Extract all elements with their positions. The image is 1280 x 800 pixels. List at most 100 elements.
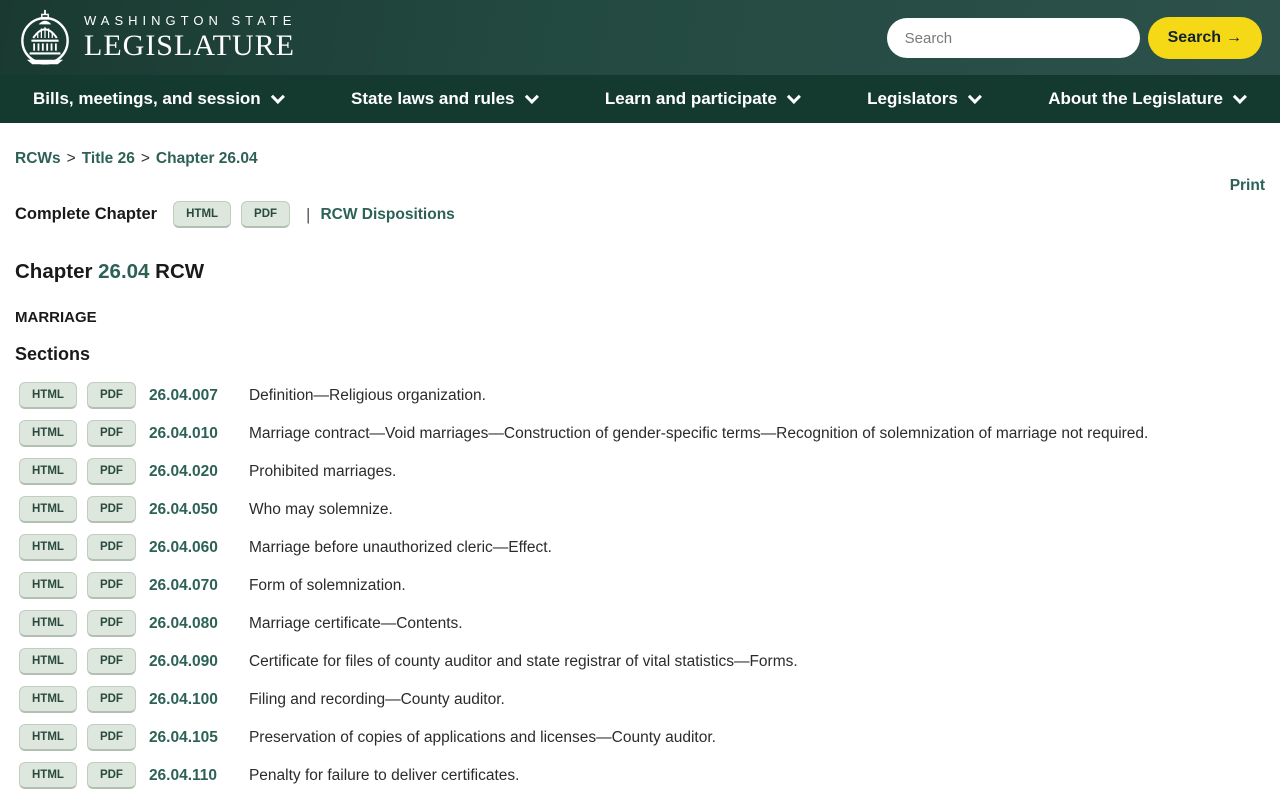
section-html-button[interactable]: HTML [19,572,77,599]
nav-item-label: Learn and participate [604,89,777,108]
section-pdf-button[interactable]: PDF [86,382,136,409]
section-pdf-button[interactable]: PDF [86,648,136,675]
nav-item-about-legislature[interactable]: About the Legislature [1048,89,1247,109]
nav-item-label: Legislators [867,89,958,108]
section-title: Marriage contract—Void marriages—Constru… [248,424,1149,442]
nav-item-state-laws-rules[interactable]: State laws and rules [351,89,539,109]
section-title: Who may solemnize. [248,500,393,518]
section-number-link[interactable]: 26.04.007 [149,387,238,405]
section-html-button[interactable]: HTML [19,686,77,713]
main-nav: Bills, meetings, and session State laws … [0,75,1280,123]
section-html-button[interactable]: HTML [19,762,77,789]
section-number-link[interactable]: 26.04.020 [149,463,238,481]
nav-item-learn-participate[interactable]: Learn and participate [605,89,801,109]
capitol-dome-icon [21,9,69,65]
rcw-dispositions-link[interactable]: RCW Dispositions [320,206,454,224]
header-search-area: Search → [886,17,1262,59]
complete-chapter-pdf-button[interactable]: PDF [241,201,291,228]
site-logo[interactable]: WASHINGTON STATE LEGISLATURE [16,7,296,69]
section-row: HTML PDF 26.04.050 Who may solemnize. [15,496,1265,523]
section-number-link[interactable]: 26.04.080 [149,615,238,633]
section-html-button[interactable]: HTML [19,382,77,409]
section-row: HTML PDF 26.04.007 Definition—Religious … [15,382,1265,409]
section-row: HTML PDF 26.04.020 Prohibited marriages. [15,458,1265,485]
chevron-down-icon [967,89,982,104]
chapter-subtitle: MARRIAGE [15,309,97,326]
logo-line-washington-state: WASHINGTON STATE [84,13,297,28]
breadcrumb-chapter-26-04[interactable]: Chapter 26.04 [156,150,258,168]
search-input[interactable] [886,18,1140,58]
section-pdf-button[interactable]: PDF [86,496,136,523]
section-pdf-button[interactable]: PDF [86,420,136,447]
breadcrumb-separator: > [140,150,150,167]
section-list: HTML PDF 26.04.007 Definition—Religious … [15,382,1265,800]
section-number-link[interactable]: 26.04.110 [149,767,238,785]
section-pdf-button[interactable]: PDF [86,762,136,789]
section-title: Penalty for failure to deliver certifica… [248,766,520,784]
section-number-link[interactable]: 26.04.090 [149,653,238,671]
section-number-link[interactable]: 26.04.070 [149,577,238,595]
breadcrumb: RCWs > Title 26 > Chapter 26.04 [15,150,1265,168]
tools-divider: | [306,204,311,224]
section-number-link[interactable]: 26.04.010 [149,425,238,443]
site-logo-text: WASHINGTON STATE LEGISLATURE [84,14,296,61]
section-pdf-button[interactable]: PDF [86,458,136,485]
section-title: Filing and recording—County auditor. [248,690,505,708]
section-row: HTML PDF 26.04.100 Filing and recording—… [15,686,1265,713]
section-number-link[interactable]: 26.04.060 [149,539,238,557]
sections-heading: Sections [15,344,91,364]
section-row: HTML PDF 26.04.060 Marriage before unaut… [15,534,1265,561]
nav-item-bills-meetings-session[interactable]: Bills, meetings, and session [33,89,285,109]
section-pdf-button[interactable]: PDF [86,724,136,751]
section-pdf-button[interactable]: PDF [86,534,136,561]
search-button[interactable]: Search → [1147,17,1262,59]
complete-chapter-tools: Complete Chapter HTML PDF | RCW Disposit… [15,201,1265,228]
section-title: Preservation of copies of applications a… [248,728,716,746]
section-number-link[interactable]: 26.04.105 [149,729,238,747]
section-title: Definition—Religious organization. [248,386,486,404]
section-title: Certificate for files of county auditor … [248,652,798,670]
section-title: Marriage before unauthorized cleric—Effe… [248,538,552,556]
arrow-right-icon: → [1226,29,1242,46]
section-number-link[interactable]: 26.04.050 [149,501,238,519]
nav-item-label: State laws and rules [351,89,515,108]
section-row: HTML PDF 26.04.110 Penalty for failure t… [15,762,1265,789]
section-pdf-button[interactable]: PDF [86,610,136,637]
chevron-down-icon [524,89,539,104]
chapter-number-link[interactable]: 26.04 [98,260,149,283]
chevron-down-icon [786,89,801,104]
page-content: RCWs > Title 26 > Chapter 26.04 Print Co… [0,150,1280,800]
section-html-button[interactable]: HTML [19,534,77,561]
breadcrumb-title-26[interactable]: Title 26 [82,150,135,168]
nav-item-label: About the Legislature [1048,89,1223,108]
nav-item-label: Bills, meetings, and session [33,89,261,108]
search-button-label: Search [1167,29,1221,46]
section-number-link[interactable]: 26.04.100 [149,691,238,709]
print-link[interactable]: Print [1230,177,1265,195]
section-html-button[interactable]: HTML [19,648,77,675]
complete-chapter-html-button[interactable]: HTML [173,201,232,228]
section-row: HTML PDF 26.04.080 Marriage certificate—… [15,610,1265,637]
section-html-button[interactable]: HTML [19,610,77,637]
site-header: WASHINGTON STATE LEGISLATURE Search → [0,0,1280,75]
section-row: HTML PDF 26.04.070 Form of solemnization… [15,572,1265,599]
section-pdf-button[interactable]: PDF [86,572,136,599]
section-html-button[interactable]: HTML [19,458,77,485]
section-html-button[interactable]: HTML [19,496,77,523]
section-title: Prohibited marriages. [248,462,397,480]
logo-line-legislature: LEGISLATURE [84,29,295,62]
section-pdf-button[interactable]: PDF [86,686,136,713]
chevron-down-icon [1232,89,1247,104]
section-row: HTML PDF 26.04.010 Marriage contract—Voi… [15,420,1265,447]
breadcrumb-rcws[interactable]: RCWs [15,150,61,168]
chapter-heading-suffix: RCW [149,260,205,283]
section-html-button[interactable]: HTML [19,724,77,751]
breadcrumb-separator: > [66,150,76,167]
section-html-button[interactable]: HTML [19,420,77,447]
section-row: HTML PDF 26.04.105 Preservation of copie… [15,724,1265,751]
chapter-heading: Chapter 26.04 RCW [15,260,1265,284]
section-title: Form of solemnization. [248,576,406,594]
chapter-heading-prefix: Chapter [15,260,99,283]
chevron-down-icon [270,89,285,104]
nav-item-legislators[interactable]: Legislators [867,89,982,109]
